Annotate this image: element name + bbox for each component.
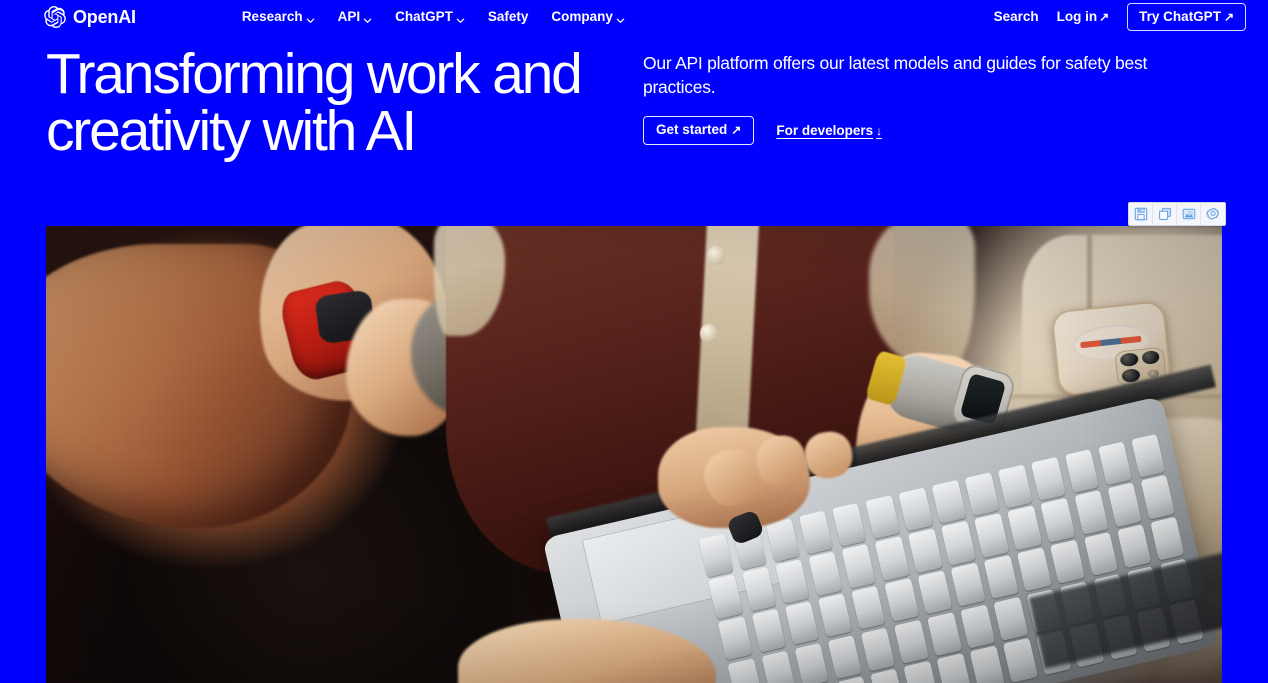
for-developers-link[interactable]: For developers ↓: [776, 124, 882, 138]
hero-photo-scene: [46, 226, 1222, 683]
chevron-down-icon: [363, 14, 372, 23]
photo-camera-lens: [1141, 350, 1161, 365]
search-label: Search: [993, 9, 1039, 25]
nav-item-safety[interactable]: Safety: [488, 10, 529, 24]
try-chatgpt-label: Try ChatGPT: [1139, 8, 1221, 24]
copy-icon: [1158, 207, 1172, 221]
arrow-up-right-icon: ↗: [1223, 9, 1234, 24]
page-title: Transforming work and creativity with AI: [46, 46, 626, 160]
arrow-up-right-icon: ↗: [731, 123, 742, 138]
top-navigation-bar: OpenAI Research API ChatGPT Safety Compa…: [0, 0, 1268, 34]
nav-item-label: API: [337, 9, 361, 25]
openai-homepage: OpenAI Research API ChatGPT Safety Compa…: [0, 0, 1268, 683]
nav-item-label: Safety: [487, 9, 529, 25]
get-started-button[interactable]: Get started ↗: [643, 116, 755, 145]
copy-button[interactable]: [1153, 203, 1177, 225]
primary-nav-menu: Research API ChatGPT Safety Company: [242, 10, 625, 24]
hero-action-row: Get started ↗ For developers ↓: [643, 116, 1223, 145]
hero-subtitle: Our API platform offers our latest model…: [643, 53, 1148, 98]
brand-name: OpenAI: [73, 7, 136, 27]
hero-image: [46, 226, 1222, 683]
image-button[interactable]: [1177, 203, 1201, 225]
chevron-down-icon: [306, 14, 315, 23]
settings-button[interactable]: [1201, 203, 1225, 225]
nav-item-research[interactable]: Research: [242, 10, 315, 24]
get-started-label: Get started: [656, 122, 728, 138]
openai-logo-icon: [44, 6, 66, 29]
nav-actions: Search Log in ↗ Try ChatGPT ↗: [994, 2, 1246, 32]
try-chatgpt-button[interactable]: Try ChatGPT ↗: [1127, 2, 1246, 32]
hero-copy-block: Our API platform offers our latest model…: [643, 51, 1223, 145]
nav-item-label: Company: [551, 9, 613, 25]
nav-item-api[interactable]: API: [338, 10, 373, 24]
search-link[interactable]: Search: [994, 10, 1039, 24]
brand-home-link[interactable]: OpenAI: [44, 6, 136, 29]
save-icon: [1134, 207, 1148, 221]
save-button[interactable]: [1129, 203, 1153, 225]
image-icon: [1182, 207, 1196, 221]
nav-item-label: Research: [241, 9, 303, 25]
nav-item-chatgpt[interactable]: ChatGPT: [395, 10, 465, 24]
login-link[interactable]: Log in ↗: [1057, 10, 1110, 24]
photo-camera-lens: [1119, 352, 1139, 368]
login-label: Log in: [1056, 9, 1098, 25]
chevron-down-icon: [616, 14, 625, 23]
arrow-down-icon: ↓: [876, 123, 883, 138]
hero-section: Transforming work and creativity with AI…: [0, 40, 1268, 200]
for-developers-label: For developers: [776, 122, 874, 138]
page-title-line-1: Transforming work and: [46, 42, 583, 106]
image-toolbar: [1128, 202, 1226, 226]
nav-item-label: ChatGPT: [395, 9, 453, 25]
arrow-up-right-icon: ↗: [1099, 10, 1110, 24]
photo-shirt-button: [706, 245, 725, 265]
settings-gear-icon: [1206, 207, 1220, 221]
chevron-down-icon: [456, 14, 465, 23]
page-title-line-2: creativity with AI: [46, 99, 417, 163]
nav-item-company[interactable]: Company: [551, 10, 625, 24]
